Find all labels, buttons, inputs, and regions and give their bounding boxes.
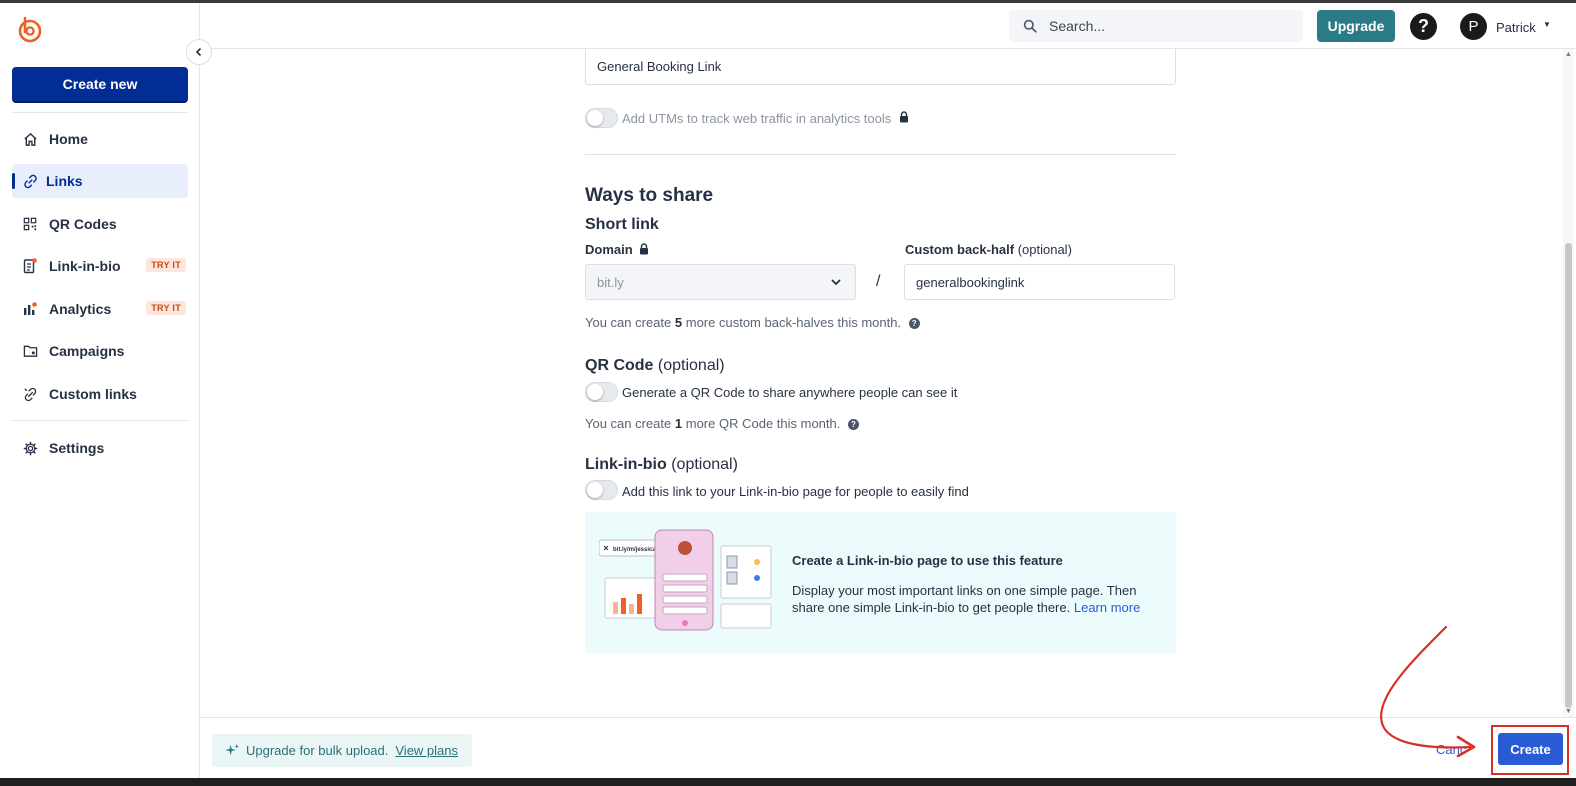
ways-to-share-heading: Ways to share [585,185,714,206]
qr-quota-note: You can create 1 more QR Code this month… [585,416,859,431]
sidebar-item-label: Custom links [49,386,137,402]
analytics-icon [22,301,38,317]
qr-code-icon [22,216,38,232]
optional-text: (optional) [657,357,725,374]
view-plans-link[interactable]: View plans [395,743,458,758]
sidebar-item-custom-links[interactable]: Custom links [12,377,188,411]
utm-toggle-label: Add UTMs to track web traffic in analyti… [622,111,892,126]
bitly-logo-icon[interactable] [16,15,44,43]
app-window: Create new Home Links QR Codes Link-in-b [0,0,1576,778]
domain-select[interactable]: bit.ly [585,264,856,300]
custom-backhalf-value: generalbookinglink [916,274,1025,290]
link-in-bio-card-title: Create a Link-in-bio page to use this fe… [792,553,1063,568]
upgrade-button[interactable]: Upgrade [1317,10,1395,42]
question-icon[interactable]: ? [848,419,859,430]
bulk-upload-banner: Upgrade for bulk upload. View plans [212,734,472,767]
title-input-value: General Booking Link [597,59,722,74]
help-icon[interactable]: ? [1410,13,1437,40]
nav-divider [12,112,188,113]
lock-icon [640,243,649,255]
custom-backhalf-input[interactable]: generalbookinglink [904,264,1175,300]
scroll-up-arrow-icon[interactable]: ▲ [1563,51,1574,58]
optional-text: (optional) [1017,242,1072,257]
bulk-upload-text: Upgrade for bulk upload. [246,743,389,758]
annotation-arrow-icon [1380,625,1476,758]
custom-backhalf-label: Custom back-half (optional) [905,242,1072,257]
note-count: 5 [674,315,683,330]
sidebar-item-settings[interactable]: Settings [12,431,188,465]
link-in-bio-toggle[interactable] [585,480,618,500]
optional-text: (optional) [671,456,738,473]
sidebar-item-campaigns[interactable]: Campaigns [12,334,188,368]
create-new-button[interactable]: Create new [12,67,188,101]
question-icon[interactable]: ? [908,318,920,329]
link-in-bio-heading-text: Link-in-bio [585,456,667,473]
link-in-bio-promo-card: bit.ly/m/jessicastar Create a Link-in-bi… [585,512,1176,653]
qr-code-toggle[interactable] [585,382,618,402]
sidebar-item-label: Link-in-bio [49,258,121,274]
caret-down-icon[interactable]: ▼ [1543,20,1551,29]
sidebar: Create new Home Links QR Codes Link-in-b [0,3,212,778]
sparkle-icon [225,743,240,756]
domain-label-text: Domain [585,242,633,257]
home-icon [22,131,38,147]
utm-toggle[interactable] [585,108,618,128]
learn-more-link[interactable]: Learn more [1074,600,1140,615]
section-divider [585,154,1176,155]
nav-divider [12,420,188,421]
link-in-bio-heading: Link-in-bio (optional) [585,456,738,474]
note-text: You can create [585,315,672,330]
note-text: more QR Code this month. [685,416,841,431]
sidebar-item-analytics[interactable]: Analytics TRY IT [12,292,188,326]
domain-select-value: bit.ly [597,274,624,290]
sidebar-item-home[interactable]: Home [12,122,188,156]
sidebar-item-label: Campaigns [49,343,125,359]
campaigns-folder-icon [22,343,38,359]
link-in-bio-illustration-icon: bit.ly/m/jessicastar [599,529,772,631]
note-count: 1 [674,416,683,431]
link-in-bio-card-text: Display your most important links on one… [792,582,1152,616]
sidebar-item-label: Analytics [49,301,112,317]
scroll-down-arrow-icon[interactable]: ▼ [1563,708,1574,715]
gear-icon [22,440,38,456]
domain-label: Domain [585,242,649,257]
chevron-down-icon [831,279,841,286]
try-it-badge: TRY IT [146,258,186,272]
chevron-left-icon [195,47,202,57]
note-text: You can create [585,416,672,431]
sidebar-item-label: Home [49,131,88,147]
create-button[interactable]: Create [1498,733,1563,765]
window-bottom-edge [0,778,1576,786]
user-name[interactable]: Patrick [1496,20,1536,35]
scrollbar-thumb[interactable] [1565,243,1572,708]
custom-links-icon [22,386,38,402]
search-input[interactable] [1049,18,1269,34]
short-link-heading: Short link [585,216,659,233]
sidebar-item-label: QR Codes [49,216,117,232]
try-it-badge: TRY IT [146,301,186,315]
qr-code-heading: QR Code (optional) [585,357,725,375]
sidebar-item-links[interactable]: Links [12,164,188,198]
link-in-bio-toggle-label: Add this link to your Link-in-bio page f… [622,484,969,499]
backhalf-quota-note: You can create 5 more custom back-halves… [585,315,920,330]
qr-code-toggle-label: Generate a QR Code to share anywhere peo… [622,385,958,400]
sidebar-item-label: Links [46,173,83,189]
search-icon [1023,19,1037,33]
collapse-sidebar-button[interactable] [186,39,212,65]
link-in-bio-icon [22,258,38,274]
path-separator: / [876,273,881,290]
link-icon [22,173,38,189]
avatar[interactable]: P [1460,13,1487,40]
qr-code-heading-text: QR Code [585,357,654,374]
custom-backhalf-label-text: Custom back-half [905,242,1015,257]
lock-icon [900,111,908,123]
sidebar-item-qr-codes[interactable]: QR Codes [12,207,188,241]
note-text: more custom back-halves this month. [685,315,902,330]
sidebar-item-link-in-bio[interactable]: Link-in-bio TRY IT [12,249,188,283]
title-input[interactable]: General Booking Link [585,49,1176,85]
sidebar-item-label: Settings [49,440,105,456]
search-box[interactable] [1009,10,1303,42]
top-bar: Upgrade ? P Patrick ▼ [200,3,1576,49]
